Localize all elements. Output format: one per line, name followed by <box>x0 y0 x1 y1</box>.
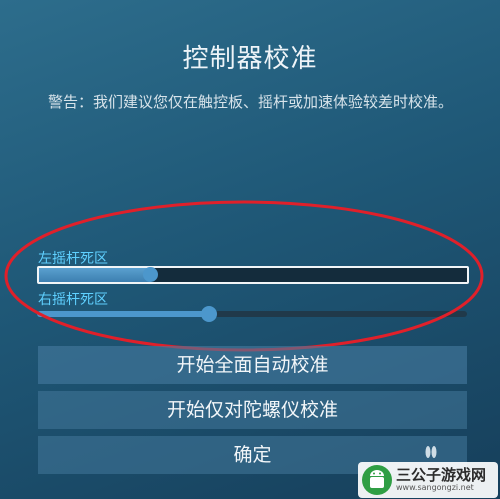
watermark: 三公子游戏网 www.sangongzi.net <box>358 462 498 498</box>
android-logo-icon <box>362 465 392 495</box>
right-stick-deadzone-slider[interactable] <box>37 306 467 322</box>
right-slider-handle[interactable] <box>201 306 217 322</box>
warning-text: 警告：我们建议您仅在触控板、摇杆或加速体验较差时校准。 <box>48 93 454 111</box>
left-stick-deadzone-label: 左摇杆死区 <box>38 251 108 267</box>
left-stick-deadzone-slider[interactable] <box>37 266 469 284</box>
left-slider-handle[interactable] <box>143 267 159 282</box>
dialog-title: 控制器校准 <box>182 44 318 74</box>
watermark-url: www.sangongzi.net <box>396 483 474 492</box>
right-stick-deadzone-label: 右摇杆死区 <box>38 292 108 308</box>
right-slider-fill <box>37 311 209 317</box>
watermark-title: 三公子游戏网 <box>396 466 487 484</box>
left-slider-fill <box>39 268 151 282</box>
calibration-dialog: 控制器校准 警告：我们建议您仅在触控板、摇杆或加速体验较差时校准。 左摇杆死区 … <box>0 0 500 499</box>
gyro-calibration-button[interactable]: 开始仅对陀螺仪校准 <box>38 391 467 429</box>
ok-button-label: 确定 <box>233 444 272 466</box>
full-auto-calibration-button[interactable]: 开始全面自动校准 <box>38 346 467 384</box>
